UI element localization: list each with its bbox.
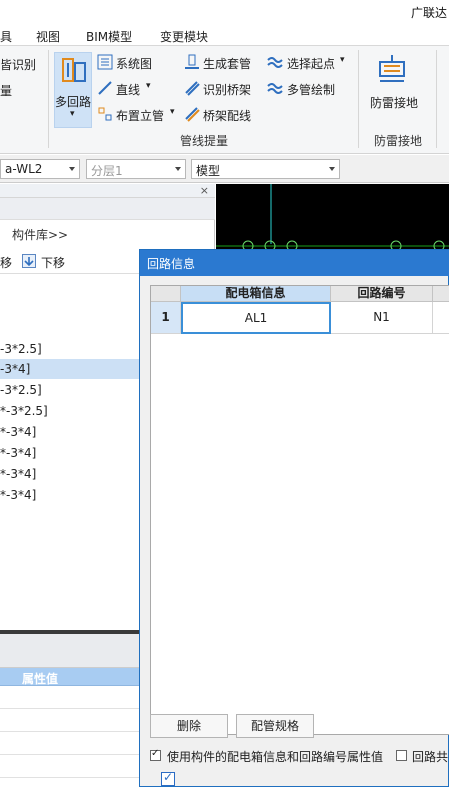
column-header-distribution-box[interactable]: 配电箱信息 — [181, 286, 331, 302]
pipe-spec-button[interactable]: 配管规格 — [236, 714, 314, 738]
bridge-wiring-icon — [185, 107, 200, 122]
move-down-button[interactable]: 下移 — [41, 254, 65, 271]
group-separator — [436, 50, 437, 148]
column-header-loop-number[interactable]: 回路编号 — [331, 286, 433, 302]
loop-info-table: 配电箱信息 回路编号 1 AL1 N1 — [150, 285, 449, 735]
select-start-point-button[interactable]: 选择起点 — [287, 55, 335, 72]
sublayer-select-value: 分层1 — [91, 164, 123, 178]
system-diagram-icon — [97, 54, 113, 70]
sublayer-select[interactable]: 分层1 — [86, 159, 186, 179]
list-item[interactable]: -3*2.5] — [0, 380, 140, 400]
line-icon — [98, 81, 112, 95]
list-item-selected[interactable]: -3*4] — [0, 359, 140, 379]
distribution-box-cell[interactable]: AL1 — [181, 302, 331, 334]
model-select-value: 模型 — [196, 164, 221, 178]
generate-sleeve-button[interactable]: 生成套管 — [203, 55, 251, 72]
riser-icon — [98, 107, 112, 121]
arrow-down-icon[interactable] — [22, 254, 36, 268]
arrange-riser-button[interactable]: 布置立管 — [116, 107, 164, 124]
component-library-link[interactable]: 构件库>> — [12, 226, 68, 243]
extra-cell[interactable] — [433, 302, 449, 334]
panel-toolbar — [0, 198, 215, 220]
lightning-ground-icon — [379, 55, 405, 82]
layer-select[interactable]: a-WL2 — [0, 159, 80, 179]
list-item[interactable]: -3*2.5] — [0, 339, 140, 359]
dialog-title-bar[interactable]: 回路信息 — [140, 250, 449, 276]
loop-shared-checkbox[interactable] — [396, 750, 407, 761]
loop-number-cell[interactable]: N1 — [331, 302, 433, 334]
start-point-icon — [267, 57, 283, 68]
loop-info-dialog: 回路信息 配电箱信息 回路编号 1 AL1 N1 删除 配管规格 使用构件的配电… — [139, 249, 449, 787]
quantity-button[interactable]: 量 — [0, 82, 12, 99]
list-item[interactable]: *-3*4] — [0, 464, 140, 484]
title-bar: 广联达 — [0, 0, 449, 24]
system-diagram-button[interactable]: 系统图 — [116, 55, 152, 72]
sleeve-icon — [185, 54, 199, 69]
chevron-down-icon[interactable]: ▾ — [170, 107, 175, 117]
group-label-lightning: 防雷接地 — [374, 134, 423, 148]
column-header-extra — [433, 286, 449, 302]
tab-change-module[interactable]: 变更模块 — [160, 28, 208, 45]
group-label-pipe: 管线提量 — [180, 134, 229, 148]
list-item[interactable]: *-3*4] — [0, 485, 140, 505]
multi-loop-label: 多回路 — [55, 95, 92, 109]
chevron-down-icon[interactable]: ▾ — [146, 81, 151, 91]
dialog-title: 回路信息 — [147, 257, 196, 271]
row-checkbox[interactable] — [161, 770, 175, 786]
tab-view[interactable]: 视图 — [36, 28, 60, 45]
loop-shared-label: 回路共 — [412, 750, 449, 764]
recognize-button[interactable]: 皆识别 — [0, 56, 36, 73]
model-select[interactable]: 模型 — [191, 159, 340, 179]
panel-header: × — [0, 184, 215, 198]
ribbon: 皆识别 量 多回路 ▾ 系统图 直线 ▾ 布置立管 ▾ 生成套管 识别桥架 桥架… — [0, 46, 449, 154]
chevron-down-icon: ▾ — [70, 109, 75, 119]
straight-line-button[interactable]: 直线 — [116, 81, 140, 98]
group-separator — [358, 50, 359, 148]
layer-select-value: a-WL2 — [5, 162, 43, 176]
chevron-down-icon — [175, 167, 181, 171]
bridge-recognize-icon — [185, 81, 200, 96]
app-brand: 广联达 — [410, 6, 447, 20]
property-value-header: 属性值 — [22, 672, 59, 686]
chevron-down-icon — [329, 167, 335, 171]
menu-bar: 具 视图 BIM模型 变更模块 — [0, 24, 449, 46]
multi-loop-button[interactable]: 多回路 ▾ — [54, 52, 92, 128]
list-item[interactable]: *-3*4] — [0, 422, 140, 442]
chevron-down-icon[interactable]: ▾ — [340, 55, 345, 65]
multi-loop-icon — [62, 58, 86, 82]
lightning-ground-button[interactable]: 防雷接地 — [370, 94, 418, 111]
group-separator — [48, 50, 49, 148]
delete-button[interactable]: 删除 — [150, 714, 228, 738]
multi-pipe-icon — [267, 83, 283, 94]
tab-bim-model[interactable]: BIM模型 — [86, 28, 132, 45]
chevron-down-icon — [69, 167, 75, 171]
layer-toolbar: a-WL2 分层1 模型 — [0, 155, 449, 183]
use-component-info-checkbox[interactable] — [150, 748, 161, 761]
row-number[interactable]: 1 — [151, 302, 181, 334]
row-number-header — [151, 286, 181, 302]
tab-tools[interactable]: 具 — [0, 28, 12, 45]
list-item[interactable]: *-3*2.5] — [0, 401, 140, 421]
close-icon[interactable]: × — [200, 184, 209, 197]
multi-pipe-draw-button[interactable]: 多管绘制 — [287, 81, 335, 98]
list-item[interactable]: *-3*4] — [0, 443, 140, 463]
bridge-wiring-button[interactable]: 桥架配线 — [203, 107, 251, 124]
move-up-button[interactable]: 移 — [0, 254, 12, 271]
recognize-bridge-button[interactable]: 识别桥架 — [203, 81, 251, 98]
use-component-info-label: 使用构件的配电箱信息和回路编号属性值 — [167, 750, 384, 764]
